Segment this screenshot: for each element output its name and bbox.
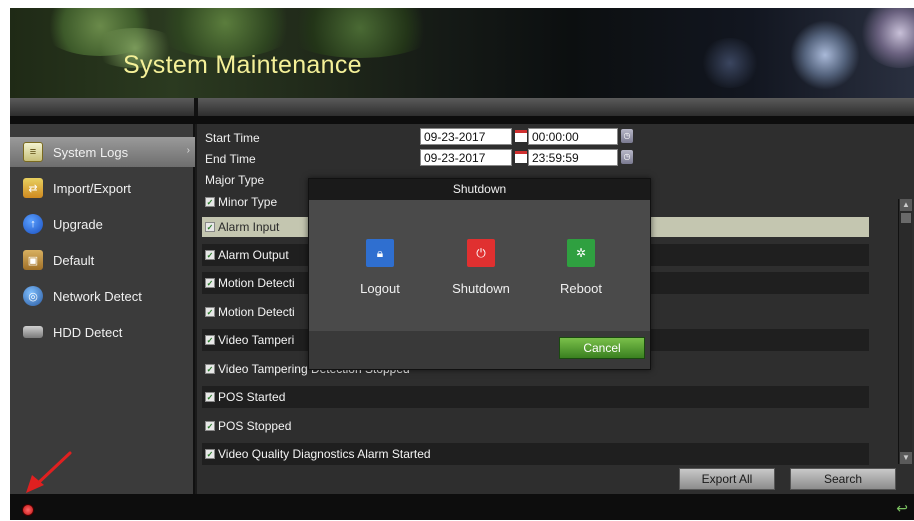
shutdown-option[interactable]: ⏻ Shutdown — [436, 239, 526, 296]
bottom-bar: ↩ — [10, 494, 914, 520]
sidebar-item-label: Import/Export — [53, 180, 132, 196]
sidebar-item-label: Network Detect — [53, 288, 142, 304]
logout-label: Logout — [360, 281, 400, 296]
sidebar-item-default[interactable]: ▣ Default — [10, 245, 195, 275]
major-type-label: Major Type — [205, 173, 265, 187]
checkbox-checked-icon[interactable]: ✓ — [205, 449, 215, 459]
scroll-down-icon[interactable]: ▼ — [900, 452, 912, 464]
reboot-icon[interactable]: ✲ — [567, 239, 595, 267]
list-item[interactable]: ✓ POS Started — [202, 386, 869, 408]
power-icon[interactable] — [22, 504, 34, 516]
lock-icon[interactable]: 🔒︎ — [366, 239, 394, 267]
checkbox-checked-icon[interactable]: ✓ — [205, 222, 215, 232]
checkbox-checked-icon[interactable]: ✓ — [205, 421, 215, 431]
back-arrow-icon[interactable]: ↩ — [896, 500, 908, 517]
list-scrollbar[interactable]: ▲ ▼ — [898, 199, 912, 464]
end-date-field[interactable]: 09-23-2017 — [420, 149, 512, 166]
header-banner: System Maintenance — [10, 8, 914, 98]
sidebar-item-hdd-detect[interactable]: HDD Detect — [10, 317, 195, 347]
end-time-label: End Time — [205, 152, 256, 166]
sidebar-item-label: System Logs — [53, 144, 129, 160]
sidebar-item-upgrade[interactable]: ↑ Upgrade — [10, 209, 195, 239]
annotation-arrow-icon — [26, 451, 72, 493]
scroll-up-icon[interactable]: ▲ — [900, 199, 912, 211]
shutdown-dialog: Shutdown 🔒︎ Logout ⏻ Shutdown ✲ Reboot C… — [308, 178, 651, 370]
search-button[interactable]: Search — [790, 468, 896, 490]
dvr-screen: System Maintenance ≡ System Logs › ⇄ Imp… — [10, 8, 914, 520]
upgrade-icon: ↑ — [23, 214, 43, 234]
clock-icon[interactable]: ◷ — [621, 150, 633, 164]
checkbox-checked-icon[interactable]: ✓ — [205, 278, 215, 288]
header-subbar — [10, 98, 914, 116]
sidebar-item-system-logs[interactable]: ≡ System Logs › — [10, 137, 195, 167]
sidebar-item-network-detect[interactable]: ◎ Network Detect — [10, 281, 195, 311]
reboot-option[interactable]: ✲ Reboot — [536, 239, 626, 296]
calendar-icon[interactable] — [515, 151, 527, 163]
cancel-button[interactable]: Cancel — [559, 337, 645, 359]
sidebar: ≡ System Logs › ⇄ Import/Export ↑ Upgrad… — [10, 124, 195, 494]
power-icon[interactable]: ⏻ — [467, 239, 495, 267]
shutdown-label: Shutdown — [452, 281, 510, 296]
system-logs-icon: ≡ — [23, 142, 43, 162]
list-item[interactable]: ✓ Video Quality Diagnostics Alarm Starte… — [202, 443, 869, 465]
sidebar-item-label: HDD Detect — [53, 324, 123, 340]
default-icon: ▣ — [23, 250, 43, 270]
checkbox-checked-icon[interactable]: ✓ — [205, 307, 215, 317]
start-time-field[interactable]: 00:00:00 — [528, 128, 618, 145]
dialog-title: Shutdown — [309, 179, 650, 200]
import-export-icon: ⇄ — [23, 178, 43, 198]
start-date-field[interactable]: 09-23-2017 — [420, 128, 512, 145]
network-detect-icon: ◎ — [23, 286, 43, 306]
scroll-thumb[interactable] — [901, 213, 911, 223]
calendar-icon[interactable] — [515, 130, 527, 142]
chevron-right-icon: › — [186, 145, 190, 156]
sidebar-item-label: Default — [53, 252, 95, 268]
hdd-detect-icon — [23, 326, 43, 338]
end-time-field[interactable]: 23:59:59 — [528, 149, 618, 166]
sidebar-item-label: Upgrade — [53, 216, 103, 232]
reboot-label: Reboot — [560, 281, 602, 296]
logout-option[interactable]: 🔒︎ Logout — [335, 239, 425, 296]
sidebar-item-import-export[interactable]: ⇄ Import/Export — [10, 173, 195, 203]
checkbox-checked-icon[interactable]: ✓ — [205, 250, 215, 260]
page-title: System Maintenance — [123, 51, 362, 79]
checkbox-checked-icon[interactable]: ✓ — [205, 364, 215, 374]
list-item[interactable]: ✓ POS Stopped — [202, 415, 869, 437]
clock-icon[interactable]: ◷ — [621, 129, 633, 143]
checkbox-checked-icon[interactable]: ✓ — [205, 335, 215, 345]
checkbox-checked-icon[interactable]: ✓ — [205, 392, 215, 402]
export-all-button[interactable]: Export All — [679, 468, 775, 490]
start-time-label: Start Time — [205, 131, 260, 145]
